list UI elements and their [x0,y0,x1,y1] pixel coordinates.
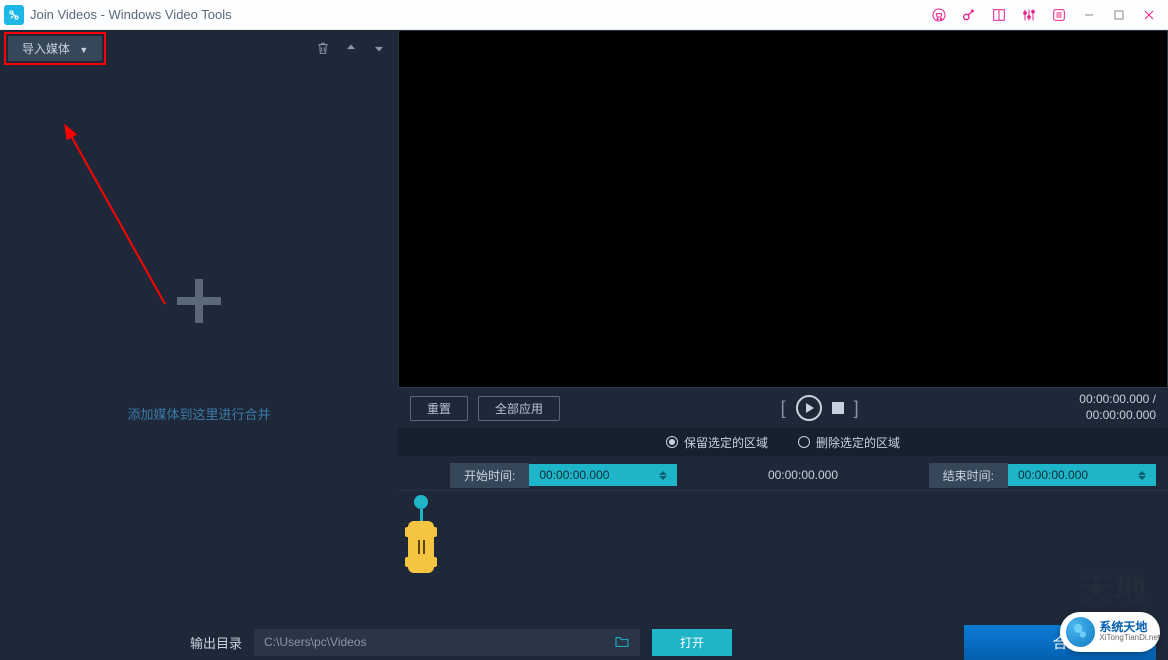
mark-in-icon[interactable]: [ [781,398,786,419]
apply-all-button[interactable]: 全部应用 [478,396,560,421]
radio-unchecked-icon [798,436,810,448]
titlebar-actions [924,1,1164,29]
move-up-icon[interactable] [340,37,362,59]
annotation-arrow [60,124,180,314]
import-media-label: 导入媒体 [22,42,70,56]
menu-icon[interactable] [1044,1,1074,29]
radio-checked-icon [666,436,678,448]
end-time-label: 结束时间: [929,463,1008,488]
maximize-button[interactable] [1104,1,1134,29]
delete-region-radio[interactable]: 删除选定的区域 [798,434,900,451]
current-time: 00:00:00.000 / [1079,392,1156,408]
settings-sliders-icon[interactable] [1014,1,1044,29]
playhead-knob-icon [414,495,428,509]
media-panel: 导入媒体 ▼ 添加媒体到这里进行合并 [0,30,398,624]
start-time-input[interactable]: 00:00:00.000 [529,464,677,486]
spinner-icon[interactable] [659,471,667,480]
trim-handle[interactable] [408,521,434,573]
editor-panel: 重置 全部应用 [ ] 00:00:00.000 / 00:00:00.000 … [398,30,1168,624]
play-button[interactable] [796,395,822,421]
open-folder-button[interactable]: 打开 [652,629,732,656]
import-media-button[interactable]: 导入媒体 ▼ [8,36,102,61]
time-inputs-row: 开始时间: 00:00:00.000 00:00:00.000 结束时间: 00… [398,460,1168,490]
cart-icon[interactable] [924,1,954,29]
key-icon[interactable] [954,1,984,29]
delete-region-label: 删除选定的区域 [816,434,900,451]
delete-icon[interactable] [312,37,334,59]
media-drop-area[interactable]: 添加媒体到这里进行合并 [0,62,398,624]
keep-region-radio[interactable]: 保留选定的区域 [666,434,768,451]
watermark-url: XiTongTianDi.net [1099,634,1160,643]
start-time-label: 开始时间: [450,463,529,488]
time-display: 00:00:00.000 / 00:00:00.000 [1079,392,1156,423]
stop-button[interactable] [832,402,844,414]
app-icon [4,5,24,25]
reset-button[interactable]: 重置 [410,396,468,421]
minimize-button[interactable] [1074,1,1104,29]
output-path-input[interactable]: C:\Users\pc\Videos [254,629,640,656]
output-dir-label: 输出目录 [190,633,242,652]
video-preview[interactable] [398,30,1168,388]
spinner-icon[interactable] [1138,471,1146,480]
close-button[interactable] [1134,1,1164,29]
plus-icon [169,264,229,344]
start-time-value: 00:00:00.000 [539,468,609,482]
timeline-playhead[interactable] [408,495,434,573]
watermark-badge: 系统天地 XiTongTianDi.net [1060,612,1160,652]
region-options-row: 保留选定的区域 删除选定的区域 [398,428,1168,456]
window-title: Join Videos - Windows Video Tools [30,7,924,22]
bottom-bar: 输出目录 C:\Users\pc\Videos 打开 合 [0,624,1168,660]
media-toolbar: 导入媒体 ▼ [0,30,398,62]
mark-out-icon[interactable]: ] [854,398,859,419]
timeline[interactable] [398,490,1168,600]
duration-display: 00:00:00.000 [677,468,928,482]
main-area: 导入媒体 ▼ 添加媒体到这里进行合并 重置 全部应用 [0,30,1168,624]
player-controls: 重置 全部应用 [ ] 00:00:00.000 / 00:00:00.000 [398,388,1168,428]
end-time-value: 00:00:00.000 [1018,468,1088,482]
keep-region-label: 保留选定的区域 [684,434,768,451]
output-path-value: C:\Users\pc\Videos [264,635,367,649]
drop-hint-text: 添加媒体到这里进行合并 [127,404,270,423]
folder-icon[interactable] [614,634,630,651]
chevron-down-icon: ▼ [79,45,88,55]
layout-icon[interactable] [984,1,1014,29]
titlebar: Join Videos - Windows Video Tools [0,0,1168,30]
move-down-icon[interactable] [368,37,390,59]
total-time: 00:00:00.000 [1079,408,1156,424]
globe-icon [1066,617,1095,647]
end-time-input[interactable]: 00:00:00.000 [1008,464,1156,486]
timeline-track[interactable] [408,507,1158,579]
